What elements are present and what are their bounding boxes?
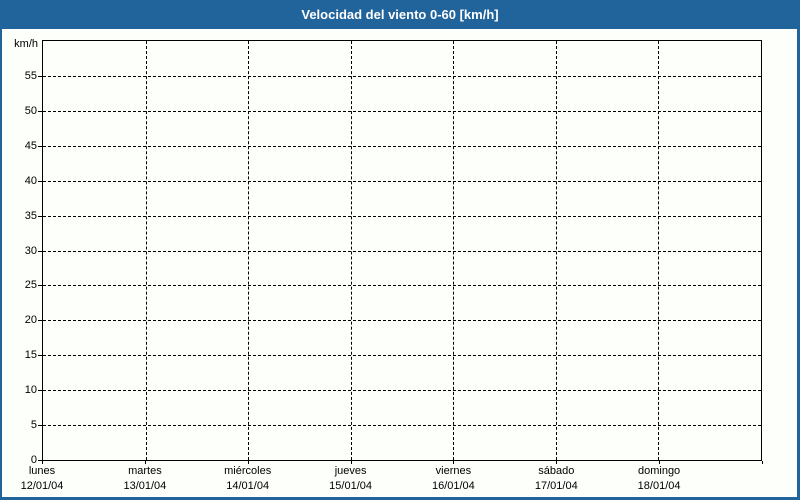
y-tick-label: 25: [24, 279, 37, 292]
title-bar: Velocidad del viento 0-60 [km/h]: [2, 0, 797, 29]
y-grid-line: [43, 110, 761, 112]
y-grid-line: [43, 145, 761, 147]
x-axis-day-label: martes: [128, 465, 162, 477]
y-tick-label: 35: [24, 209, 37, 222]
x-axis-day-label: viernes: [435, 465, 472, 477]
y-axis-unit-label: km/h: [14, 38, 38, 50]
y-tick-mark: [38, 425, 42, 426]
x-axis-day-label: sábado: [538, 465, 575, 477]
y-grid-line: [43, 320, 761, 322]
y-tick-label: 50: [24, 104, 37, 117]
x-grid-line: [555, 41, 557, 460]
y-tick-label: 40: [24, 174, 37, 187]
y-tick-mark: [38, 216, 42, 217]
plot-area: [42, 40, 762, 461]
x-axis-day-label: lunes: [28, 465, 56, 477]
y-tick-label: 15: [24, 349, 37, 362]
x-axis-label: sábado 17/01/04: [504, 464, 608, 494]
chart-title: Velocidad del viento 0-60 [km/h]: [301, 7, 499, 22]
y-tick-label: 20: [24, 314, 37, 327]
x-axis-date-label: 17/01/04: [534, 480, 578, 492]
x-axis-date-label: 16/01/04: [431, 480, 475, 492]
x-axis-date-label: 18/01/04: [637, 480, 681, 492]
y-grid-line: [43, 250, 761, 252]
y-tick-mark: [38, 390, 42, 391]
y-tick-mark: [38, 146, 42, 147]
x-axis-label: miércoles 14/01/04: [196, 464, 300, 494]
x-axis-date-label: 14/01/04: [226, 480, 270, 492]
x-axis-day-label: miércoles: [224, 465, 272, 477]
y-grid-line: [43, 75, 761, 77]
y-tick-label: 45: [24, 139, 37, 152]
x-grid-line: [248, 41, 250, 460]
y-tick-mark: [38, 111, 42, 112]
y-tick-mark: [38, 285, 42, 286]
x-axis-label: jueves 15/01/04: [299, 464, 403, 494]
y-tick-mark: [38, 251, 42, 252]
y-grid-line: [43, 215, 761, 217]
y-grid-line: [43, 355, 761, 357]
x-grid-line: [658, 41, 660, 460]
y-tick-mark: [38, 76, 42, 77]
chart-window: Velocidad del viento 0-60 [km/h] km/h 05…: [0, 0, 800, 500]
x-tick-mark: [762, 461, 763, 464]
x-grid-line: [350, 41, 352, 460]
x-grid-line: [145, 41, 147, 460]
y-tick-mark: [38, 181, 42, 182]
x-axis-label: viernes 16/01/04: [401, 464, 505, 494]
x-axis-label: lunes 12/01/04: [2, 464, 94, 494]
x-axis-label: martes 13/01/04: [93, 464, 197, 494]
x-axis-day-label: jueves: [334, 465, 367, 477]
x-axis-day-label: domingo: [637, 465, 681, 477]
x-axis-date-label: 12/01/04: [20, 480, 64, 492]
y-grid-line: [43, 390, 761, 392]
y-grid-line: [43, 285, 761, 287]
y-tick-label: 30: [24, 244, 37, 257]
x-axis-date-label: 15/01/04: [329, 480, 372, 492]
x-axis-label: domingo 18/01/04: [607, 464, 711, 494]
y-grid-line: [43, 425, 761, 427]
x-grid-line: [453, 41, 455, 460]
x-axis-date-label: 13/01/04: [123, 480, 167, 492]
y-tick-label: 10: [24, 384, 37, 397]
y-tick-mark: [38, 320, 42, 321]
y-tick-mark: [38, 355, 42, 356]
y-grid-line: [43, 180, 761, 182]
y-tick-label: 5: [30, 419, 37, 432]
y-tick-label: 55: [24, 69, 37, 82]
